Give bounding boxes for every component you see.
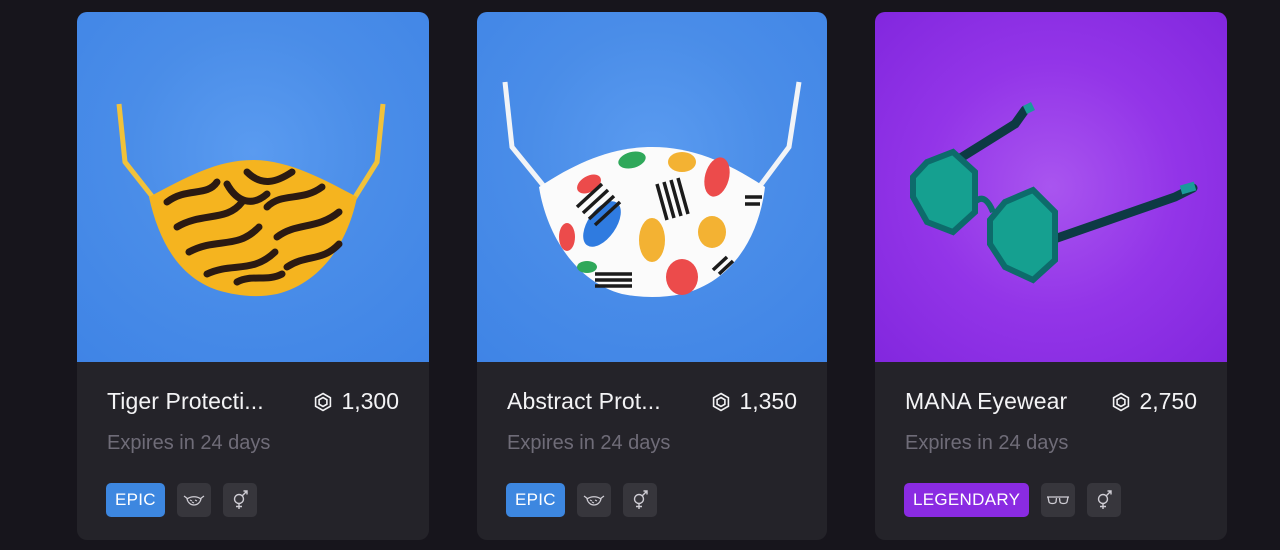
item-info: Abstract Prot... 1,350 Expires in 24 day… bbox=[477, 362, 827, 540]
item-price: 1,300 bbox=[313, 388, 399, 415]
mana-icon bbox=[1113, 392, 1130, 411]
mana-icon bbox=[713, 392, 730, 411]
item-title[interactable]: Abstract Prot... bbox=[507, 388, 661, 415]
item-card-mana-eyewear[interactable]: MANA Eyewear 2,750 Expires in 24 days LE… bbox=[875, 12, 1227, 540]
mask-icon bbox=[183, 495, 205, 506]
unisex-icon bbox=[633, 490, 648, 509]
item-thumbnail[interactable] bbox=[77, 12, 429, 362]
rarity-badge: EPIC bbox=[506, 483, 565, 517]
item-tags: EPIC bbox=[106, 483, 257, 517]
unisex-icon bbox=[1098, 490, 1112, 509]
category-tag bbox=[1041, 483, 1076, 517]
category-tag bbox=[176, 483, 211, 517]
item-tags: EPIC bbox=[506, 483, 657, 517]
unisex-icon bbox=[233, 490, 248, 509]
abstract-mask-image bbox=[502, 81, 802, 297]
item-info: MANA Eyewear 2,750 Expires in 24 days LE… bbox=[875, 362, 1227, 540]
item-card-abstract-mask[interactable]: Abstract Prot... 1,350 Expires in 24 day… bbox=[477, 12, 827, 540]
item-price: 1,350 bbox=[711, 388, 797, 415]
price-value: 1,300 bbox=[341, 388, 399, 414]
item-tags: LEGENDARY bbox=[904, 483, 1122, 517]
eyewear-image bbox=[910, 101, 1198, 284]
expiry-text: Expires in 24 days bbox=[905, 432, 1069, 454]
rarity-badge: LEGENDARY bbox=[904, 483, 1030, 517]
price-value: 2,750 bbox=[1139, 388, 1197, 414]
item-card-tiger-mask[interactable]: Tiger Protecti... 1,300 Expires in 24 da… bbox=[77, 12, 429, 540]
rarity-badge: EPIC bbox=[106, 483, 165, 517]
expiry-text: Expires in 24 days bbox=[507, 432, 671, 454]
wearables-grid: Tiger Protecti... 1,300 Expires in 24 da… bbox=[0, 0, 1280, 550]
item-thumbnail[interactable] bbox=[875, 12, 1227, 362]
eyewear-icon bbox=[1047, 496, 1070, 505]
item-title[interactable]: Tiger Protecti... bbox=[107, 388, 264, 415]
item-price: 2,750 bbox=[1111, 388, 1197, 415]
category-tag bbox=[576, 483, 611, 517]
expiry-text: Expires in 24 days bbox=[107, 432, 271, 454]
gender-tag bbox=[222, 483, 257, 517]
mask-icon bbox=[583, 495, 605, 506]
gender-tag bbox=[622, 483, 657, 517]
gender-tag bbox=[1087, 483, 1122, 517]
mana-icon bbox=[315, 392, 332, 411]
item-title[interactable]: MANA Eyewear bbox=[905, 388, 1067, 415]
item-thumbnail[interactable] bbox=[477, 12, 827, 362]
item-info: Tiger Protecti... 1,300 Expires in 24 da… bbox=[77, 362, 429, 540]
price-value: 1,350 bbox=[739, 388, 797, 414]
tiger-mask-image bbox=[116, 103, 386, 297]
